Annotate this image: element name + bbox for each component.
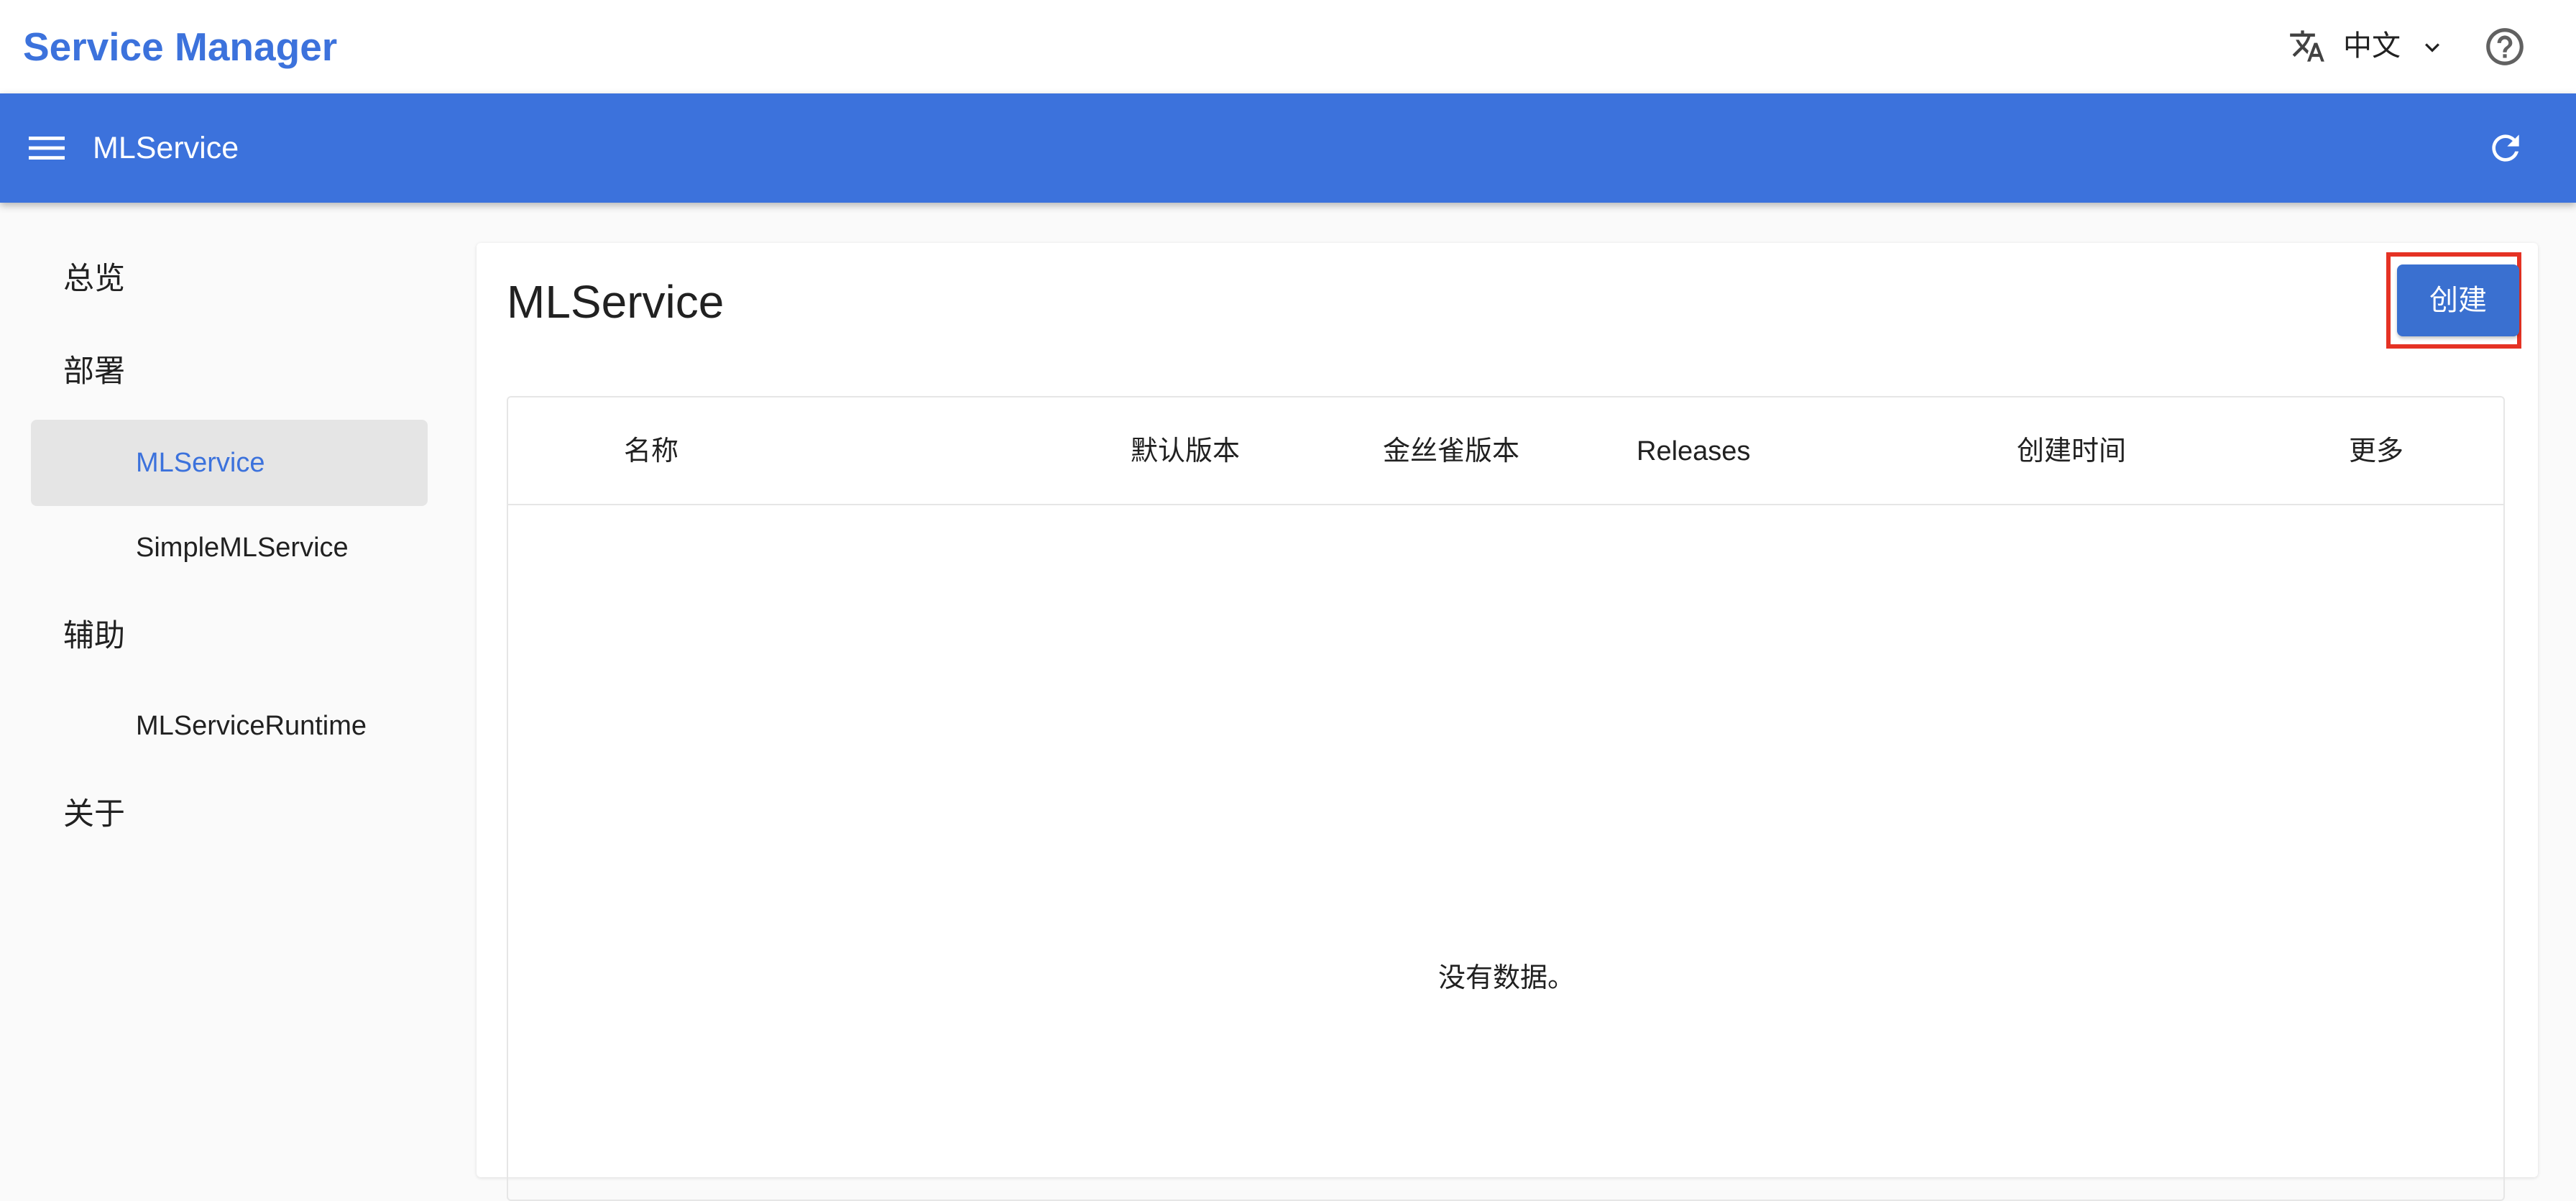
table-header: 名称 默认版本 金丝雀版本 Releases 创建时间 更多 bbox=[508, 397, 2503, 505]
sidebar-group-deploy[interactable]: 部署 bbox=[63, 350, 125, 393]
top-app-bar: Service Manager 中文 bbox=[0, 0, 2576, 93]
sidebar-item-label: SimpleMLService bbox=[136, 533, 349, 563]
app-title[interactable]: Service Manager bbox=[23, 22, 337, 72]
sidebar-nav: 总览 部署 MLService SimpleMLService 辅助 MLSer… bbox=[0, 203, 460, 1150]
toolbar-title: MLService bbox=[93, 131, 239, 165]
sidebar-item-label: MLServiceRuntime bbox=[136, 711, 367, 741]
column-header-default-version[interactable]: 默认版本 bbox=[1131, 430, 1240, 473]
refresh-icon[interactable] bbox=[2485, 128, 2526, 168]
sidebar-group-overview[interactable]: 总览 bbox=[63, 257, 125, 300]
hamburger-menu-icon[interactable] bbox=[27, 131, 66, 165]
page-title: MLService bbox=[507, 276, 724, 328]
column-header-releases[interactable]: Releases bbox=[1637, 430, 1750, 473]
chevron-down-icon[interactable] bbox=[2418, 33, 2447, 62]
language-selector[interactable]: 中文 bbox=[2343, 26, 2401, 66]
translate-icon[interactable] bbox=[2288, 27, 2326, 65]
content-card: MLService 创建 名称 默认版本 金丝雀版本 Releases 创建时间… bbox=[477, 243, 2538, 1201]
sidebar-item-label: MLService bbox=[136, 448, 265, 478]
sidebar-group-auxiliary[interactable]: 辅助 bbox=[63, 615, 125, 658]
service-toolbar: MLService bbox=[0, 93, 2576, 203]
empty-state-text: 没有数据。 bbox=[1438, 963, 1575, 993]
sidebar-item-mlserviceruntime[interactable]: MLServiceRuntime bbox=[31, 683, 428, 769]
mlservice-table: 名称 默认版本 金丝雀版本 Releases 创建时间 更多 没有数据。 bbox=[507, 396, 2505, 1201]
sidebar-item-simplemlservice[interactable]: SimpleMLService bbox=[31, 505, 428, 591]
column-header-canary-version[interactable]: 金丝雀版本 bbox=[1383, 430, 1519, 473]
column-header-name[interactable]: 名称 bbox=[624, 430, 678, 473]
sidebar-group-about[interactable]: 关于 bbox=[63, 793, 125, 836]
help-circle-icon[interactable] bbox=[2483, 24, 2527, 69]
sidebar-item-mlservice[interactable]: MLService bbox=[31, 420, 428, 506]
create-button[interactable]: 创建 bbox=[2397, 264, 2519, 336]
column-header-more[interactable]: 更多 bbox=[2349, 430, 2404, 473]
column-header-created-time[interactable]: 创建时间 bbox=[2017, 430, 2126, 473]
